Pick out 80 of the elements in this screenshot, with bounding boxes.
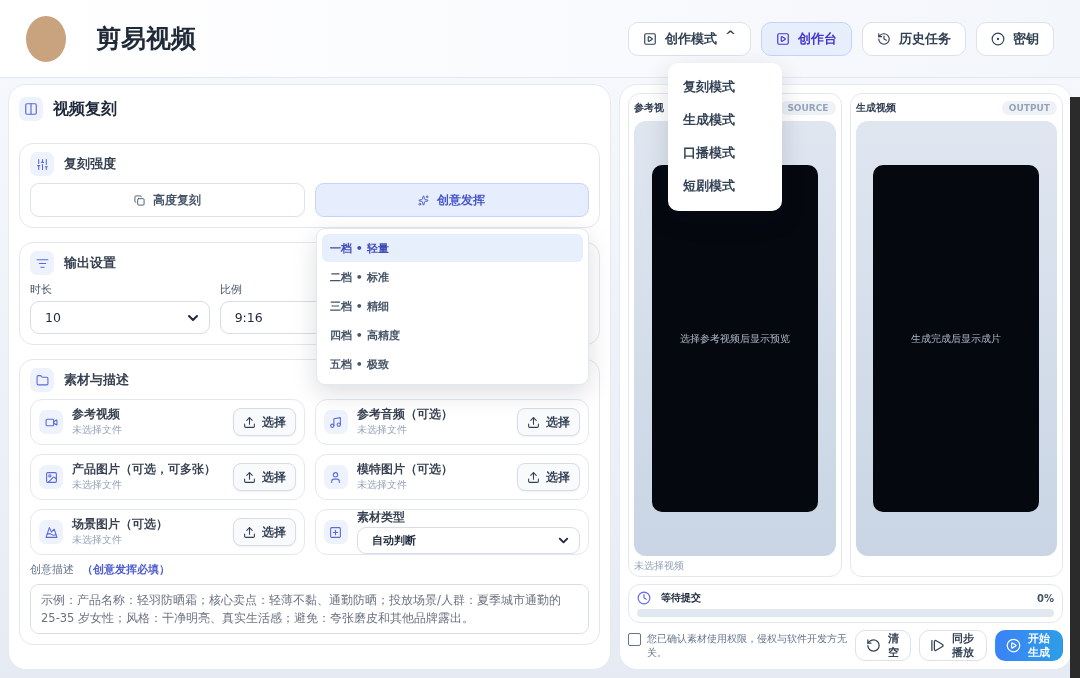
file-status: 未选择文件: [72, 533, 123, 547]
description-field[interactable]: 示例：产品名称：轻羽防晒霜；核心卖点：轻薄不黏、通勤防晒；投放场景/人群：夏季城市通勤的 25-35 岁女性；风格：干净明亮、真实生活感；避免：夸张磨皮和其他品牌露出。: [30, 584, 589, 634]
file-status: 未选择文件: [72, 423, 123, 437]
sliders-icon: [30, 152, 54, 176]
field-label: 时长: [30, 282, 53, 297]
upload-icon: [242, 470, 256, 484]
nav-button[interactable]: 创作模式 ^: [628, 21, 751, 56]
section-title: 输出设置: [64, 254, 116, 272]
play-icon: [643, 31, 658, 46]
upload-label: 模特图片（可选）: [356, 462, 454, 477]
play-icon: [776, 31, 790, 46]
upload-icon: [242, 415, 256, 429]
preview-badge: SOURCE: [780, 101, 836, 115]
menu-item[interactable]: 口播模式: [668, 137, 782, 170]
preview-title: 参考视: [634, 101, 664, 115]
preview-message: 生成完成后显示成片: [911, 331, 1002, 346]
menu-item[interactable]: 短剧模式: [668, 170, 782, 203]
panel-title: 视频复刻: [53, 98, 117, 120]
columns-icon: [19, 97, 43, 121]
clock-icon: [637, 591, 651, 605]
menu-item[interactable]: 复刻模式: [668, 71, 782, 104]
user-icon: [323, 465, 348, 489]
file-status: 未选择文件: [356, 478, 408, 492]
nav-button[interactable]: 历史任务: [862, 21, 966, 56]
option-button[interactable]: 创意发挥: [314, 183, 589, 217]
file-status: 未选择文件: [72, 478, 123, 492]
select-button[interactable]: 选择: [517, 408, 580, 436]
music-icon: [323, 410, 348, 434]
preview-title: 生成视频: [855, 101, 896, 115]
section-title: 复刻强度: [64, 155, 116, 173]
upload-label: 参考视频: [72, 407, 121, 422]
folder-icon: [30, 368, 54, 392]
select-field[interactable]: 自动判断: [356, 527, 580, 554]
video-icon: [39, 410, 63, 434]
menu-item[interactable]: 一档 • 轻量: [322, 234, 583, 262]
avatar: [26, 15, 66, 62]
nav-button[interactable]: 密钥: [976, 21, 1054, 56]
menu-item[interactable]: 二档 • 标准: [322, 263, 583, 291]
upload-label: 参考音频（可选）: [356, 407, 454, 422]
select-button[interactable]: 选择: [232, 408, 296, 436]
required-hint: （创意发挥必填）: [82, 562, 170, 577]
progress-status: 等待提交: [661, 591, 702, 605]
sparkle-icon: [418, 194, 430, 206]
upload-label: 产品图片（可选，可多张）: [72, 462, 217, 477]
field-label: 比例: [219, 282, 243, 297]
app-title: 剪易视频: [96, 23, 197, 55]
progress-percent: 0%: [1037, 592, 1054, 604]
upload-label: 场景图片（可选）: [72, 517, 169, 532]
menu-item[interactable]: 生成模式: [668, 104, 782, 137]
filter-icon: [30, 251, 54, 275]
nav-button[interactable]: 创作台: [761, 21, 852, 56]
select-field[interactable]: 10: [30, 301, 210, 334]
select-button[interactable]: 选择: [517, 463, 580, 491]
preview-message: 选择参考视频后显示预览: [679, 331, 790, 346]
field-label: 素材类型: [356, 510, 406, 525]
action-button[interactable]: 同步播放: [918, 630, 987, 661]
plus-icon: [323, 520, 348, 544]
step-icon: [929, 638, 945, 653]
upload-icon: [242, 525, 256, 539]
copy-icon: [133, 194, 145, 206]
file-status: 未选择文件: [356, 423, 408, 437]
caret-icon: ^: [725, 27, 736, 43]
select-button[interactable]: 选择: [232, 463, 296, 491]
upload-icon: [527, 470, 540, 484]
consent-checkbox[interactable]: [628, 632, 641, 646]
mountain-icon: [39, 520, 63, 544]
field-label: 创意描述: [30, 562, 74, 577]
image-icon: [39, 465, 63, 489]
play-icon: [1005, 638, 1021, 653]
action-button[interactable]: 清空: [855, 630, 911, 661]
consent-text: 您已确认素材使用权限，侵权与软件开发方无关。: [647, 631, 848, 660]
preview-caption: 未选择视频: [634, 558, 684, 573]
reset-icon: [866, 638, 882, 653]
menu-item[interactable]: 五档 • 极致: [322, 350, 583, 378]
upload-icon: [527, 415, 540, 429]
preview-badge: OUTPUT: [1001, 101, 1057, 115]
select-button[interactable]: 选择: [232, 518, 296, 546]
option-button[interactable]: 高度复刻: [30, 183, 305, 217]
section-title: 素材与描述: [64, 371, 129, 389]
history-icon: [877, 31, 891, 46]
